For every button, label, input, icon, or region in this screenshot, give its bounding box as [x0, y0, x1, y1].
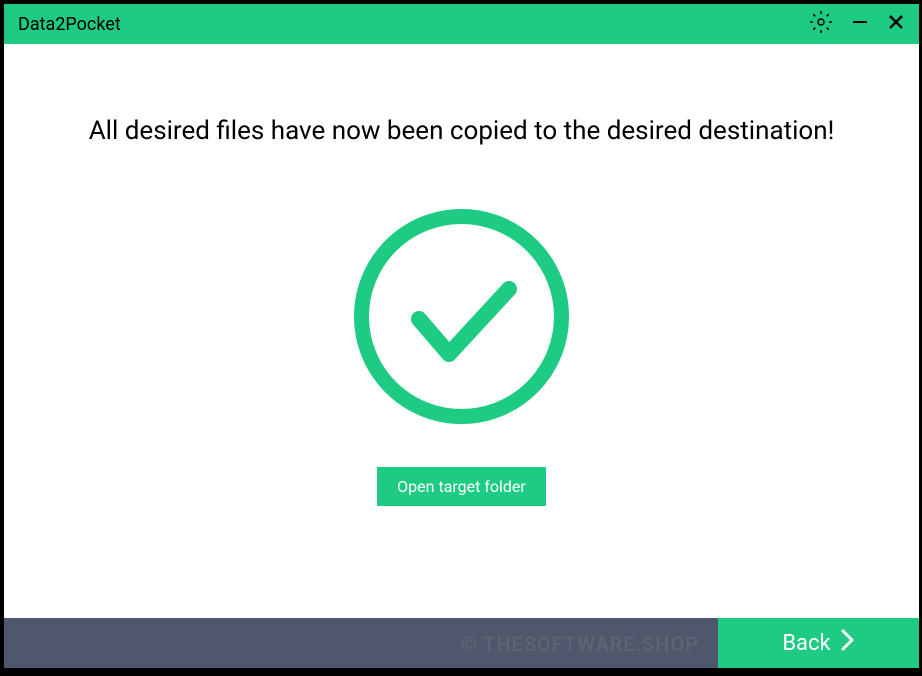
content-area: All desired files have now been copied t… [4, 44, 919, 618]
minimize-button[interactable] [851, 13, 869, 35]
app-window: Data2Pocket [4, 4, 919, 668]
settings-button[interactable] [809, 10, 833, 38]
back-button[interactable]: Back [718, 618, 919, 668]
chevron-right-icon [841, 629, 855, 657]
close-icon [887, 13, 905, 35]
back-button-label: Back [782, 631, 830, 656]
close-button[interactable] [887, 13, 905, 35]
app-title: Data2Pocket [18, 14, 121, 35]
success-message: All desired files have now been copied t… [89, 116, 835, 146]
footer-bar: Back [4, 618, 919, 668]
open-target-folder-button[interactable]: Open target folder [377, 467, 546, 506]
success-checkmark-icon [349, 204, 574, 429]
titlebar: Data2Pocket [4, 4, 919, 44]
gear-icon [809, 10, 833, 38]
minimize-icon [851, 13, 869, 35]
titlebar-controls [809, 10, 905, 38]
